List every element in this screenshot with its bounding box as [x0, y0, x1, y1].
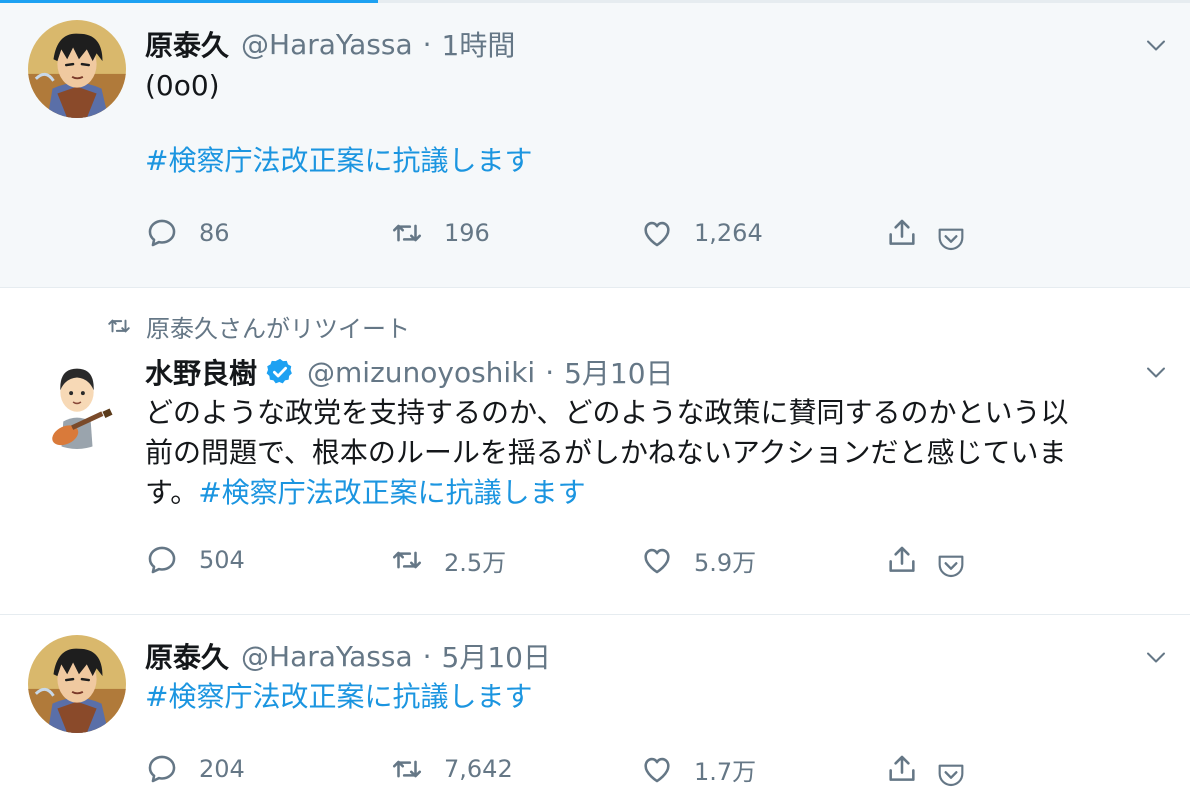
- retweet-icon: [390, 752, 424, 786]
- avatar[interactable]: [28, 20, 126, 118]
- reply-icon: [145, 216, 179, 250]
- pocket-icon[interactable]: [935, 550, 967, 582]
- author-handle[interactable]: @HaraYassa: [241, 640, 413, 673]
- pocket-icon[interactable]: [935, 759, 967, 791]
- tweet-actions: 204 7,642 1.7万: [145, 749, 1005, 789]
- share-icon: [885, 216, 919, 250]
- timestamp[interactable]: 5月10日: [442, 636, 551, 676]
- retweet-context-label[interactable]: 原泰久さんがリツイート: [146, 309, 410, 344]
- retweet-button[interactable]: 2.5万: [390, 540, 506, 580]
- timestamp[interactable]: 5月10日: [564, 352, 673, 392]
- heart-icon: [640, 216, 674, 250]
- tweet-text-line: す。#検察庁法改正案に抗議します: [145, 473, 586, 513]
- chevron-down-icon[interactable]: [1144, 645, 1168, 669]
- share-button[interactable]: [885, 749, 939, 789]
- retweet-count: 196: [444, 219, 490, 247]
- tweet-actions: 86 196 1,264: [145, 213, 1005, 253]
- heart-icon: [640, 752, 674, 786]
- retweet-context: 原泰久さんがリツイート: [106, 308, 410, 344]
- retweet-count: 7,642: [444, 755, 513, 783]
- manga-character-avatar-icon: [28, 20, 126, 118]
- reply-icon: [145, 752, 179, 786]
- author-name[interactable]: 原泰久: [145, 636, 229, 676]
- like-button[interactable]: 1,264: [640, 213, 763, 253]
- chevron-down-icon[interactable]: [1144, 360, 1168, 384]
- tweet-header: 原泰久 @HaraYassa · 5月10日: [145, 636, 551, 676]
- separator: ·: [422, 639, 432, 673]
- guitarist-illustration-avatar-icon: [28, 351, 126, 449]
- retweet-icon: [390, 216, 424, 250]
- verified-badge-icon: [265, 357, 295, 387]
- share-icon: [885, 752, 919, 786]
- retweet-button[interactable]: 196: [390, 213, 490, 253]
- like-count: 5.9万: [694, 548, 757, 577]
- retweet-count: 2.5万: [444, 548, 507, 577]
- heart-icon: [640, 543, 674, 577]
- reply-count: 204: [199, 755, 245, 783]
- chevron-down-icon[interactable]: [1144, 33, 1168, 57]
- reply-button[interactable]: 504: [145, 540, 245, 580]
- reply-count: 504: [199, 546, 245, 574]
- hashtag-link[interactable]: #検察庁法改正案に抗議します: [145, 677, 532, 717]
- timestamp[interactable]: 1時間: [442, 24, 516, 64]
- manga-character-avatar-icon: [28, 635, 126, 733]
- tweet[interactable]: 原泰久 @HaraYassa · 5月10日 #検察庁法改正案に抗議します 20…: [0, 615, 1190, 812]
- separator: ·: [422, 27, 432, 61]
- hashtag-link[interactable]: #検察庁法改正案に抗議します: [198, 476, 585, 509]
- tweet[interactable]: 原泰久さんがリツイート 水野良樹 @mizunoyoshiki · 5月10日 …: [0, 288, 1190, 615]
- reply-count: 86: [199, 219, 230, 247]
- avatar[interactable]: [28, 635, 126, 733]
- avatar[interactable]: [28, 351, 126, 449]
- separator: ·: [545, 355, 555, 389]
- reply-button[interactable]: 86: [145, 213, 230, 253]
- like-count: 1.7万: [694, 757, 757, 786]
- reply-button[interactable]: 204: [145, 749, 245, 789]
- like-button[interactable]: 1.7万: [640, 749, 756, 789]
- author-name[interactable]: 水野良樹: [145, 352, 257, 392]
- like-count: 1,264: [694, 219, 763, 247]
- tweet-header: 原泰久 @HaraYassa · 1時間: [145, 24, 515, 64]
- tweet-text: (0o0): [145, 69, 220, 102]
- author-handle[interactable]: @HaraYassa: [241, 28, 413, 61]
- tweet-text-line: どのような政党を支持するのか、どのような政策に賛同するのかという以: [145, 396, 1069, 429]
- tweet-text-line: 前の問題で、根本のルールを揺るがしかねないアクションだと感じていま: [145, 436, 1067, 469]
- reply-icon: [145, 543, 179, 577]
- retweet-button[interactable]: 7,642: [390, 749, 513, 789]
- pocket-icon[interactable]: [935, 223, 967, 255]
- retweet-icon: [390, 543, 424, 577]
- retweet-icon: [106, 313, 132, 339]
- like-button[interactable]: 5.9万: [640, 540, 756, 580]
- tweet-header: 水野良樹 @mizunoyoshiki · 5月10日: [145, 352, 674, 392]
- author-name[interactable]: 原泰久: [145, 24, 229, 64]
- share-button[interactable]: [885, 213, 939, 253]
- tweet-text-tail: す。: [145, 476, 199, 509]
- share-icon: [885, 543, 919, 577]
- tweet[interactable]: 原泰久 @HaraYassa · 1時間 (0o0) #検察庁法改正案に抗議しま…: [0, 3, 1190, 288]
- tweet-actions: 504 2.5万 5.9万: [145, 540, 1005, 580]
- share-button[interactable]: [885, 540, 939, 580]
- author-handle[interactable]: @mizunoyoshiki: [307, 356, 535, 389]
- hashtag-link[interactable]: #検察庁法改正案に抗議します: [145, 141, 532, 181]
